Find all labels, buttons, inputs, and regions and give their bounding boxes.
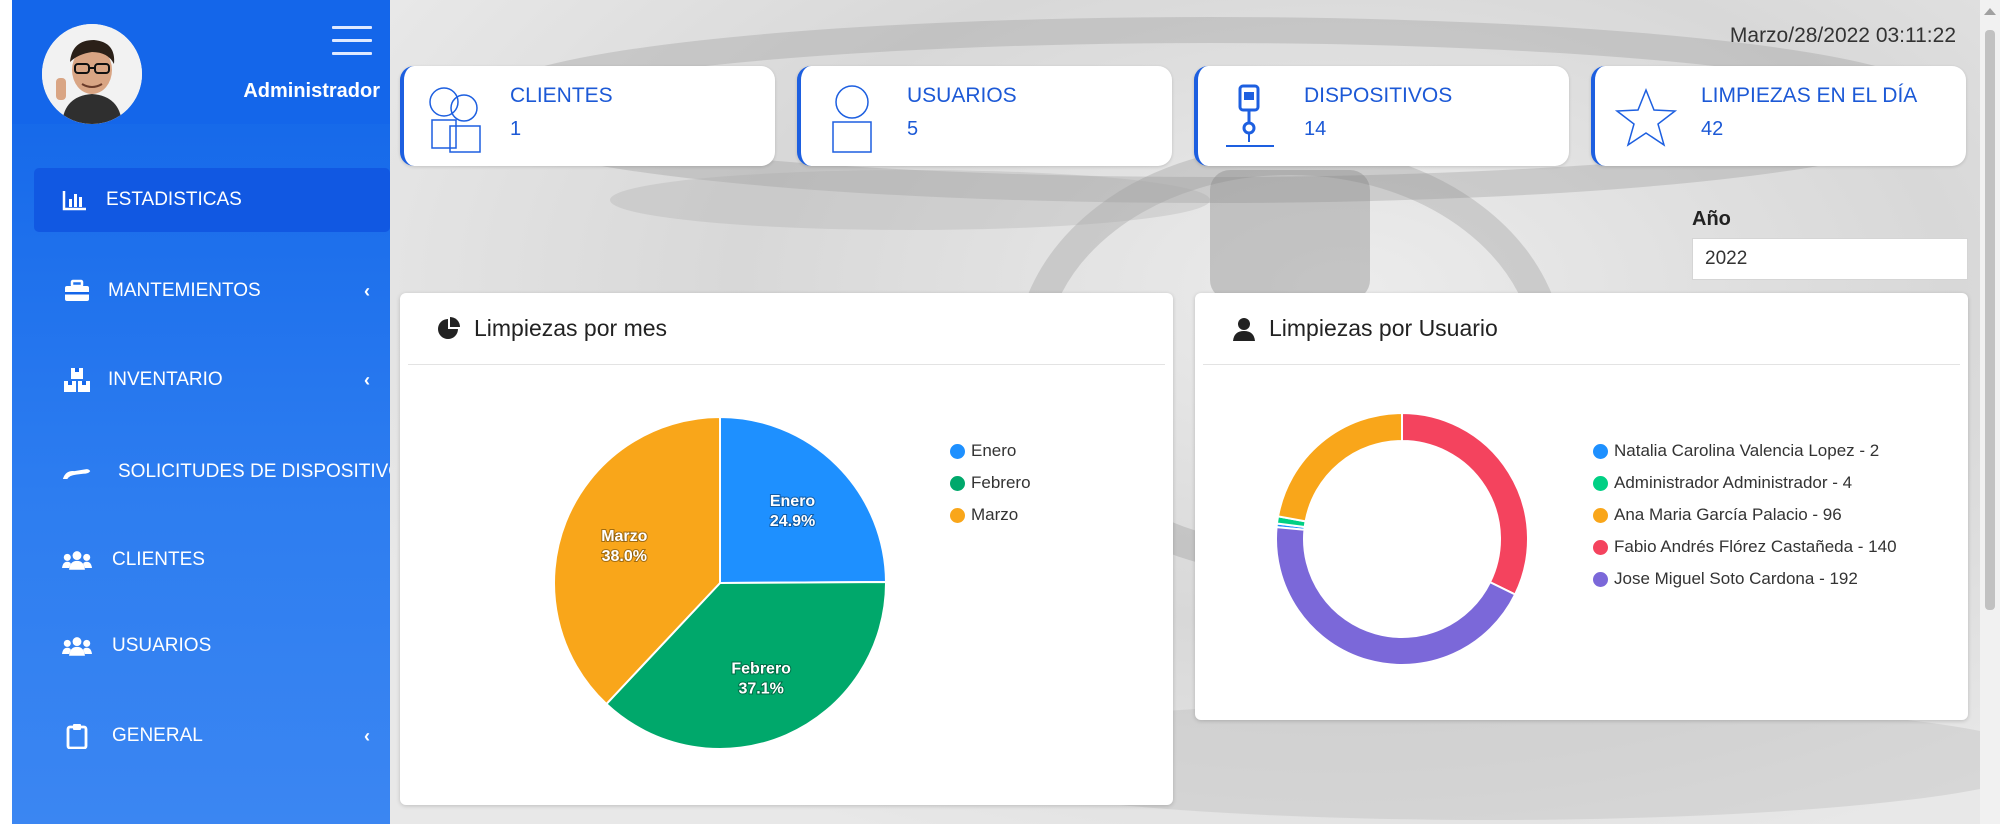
star-icon [1614, 87, 1678, 147]
sidebar-item-mantemientos[interactable]: MANTEMIENTOS ‹ [36, 259, 390, 323]
legend-label: Jose Miguel Soto Cardona - 192 [1614, 569, 1858, 588]
stat-card-limpiezas[interactable]: LIMPIEZAS EN EL DÍA 42 [1591, 66, 1966, 166]
current-datetime: Marzo/28/2022 03:11:22 [1729, 24, 1956, 47]
slice-percent-label: 38.0% [602, 548, 647, 565]
sidebar-item-solicitudes[interactable]: SOLICITUDES DE DISPOSITIVOS [36, 440, 390, 504]
chart-legend: Enero Febrero Marzo [950, 435, 1031, 531]
hamburger-line [332, 39, 372, 42]
donut-slice[interactable] [1275, 526, 1517, 666]
panel-header: Limpiezas por Usuario [1203, 293, 1960, 365]
stat-title: USUARIOS [907, 84, 1017, 107]
panel-limpiezas-por-mes: Limpiezas por mes Enero 24.9% Febrero 37.1%… [400, 293, 1173, 805]
stat-card-clientes[interactable]: CLIENTES 1 [400, 66, 775, 166]
legend-swatch [1593, 507, 1608, 523]
legend-label: Marzo [971, 505, 1019, 524]
clipboard-icon [62, 723, 92, 749]
legend-item[interactable]: Administrador Administrador - 4 [1593, 467, 1897, 499]
year-label: Año [1692, 208, 1731, 230]
legend-label: Fabio Andrés Flórez Castañeda - 140 [1614, 537, 1897, 556]
hamburger-line [332, 26, 372, 29]
users-icon [62, 547, 92, 573]
donut-slice[interactable] [1276, 411, 1403, 523]
legend-swatch [950, 475, 965, 491]
sidebar-item-label: ESTADISTICAS [106, 189, 242, 210]
legend-label: Natalia Carolina Valencia Lopez - 2 [1614, 441, 1880, 460]
pie-chart-icon [438, 316, 460, 339]
chevron-left-icon: ‹ [364, 726, 370, 746]
device-icon [1226, 84, 1274, 147]
hamburger-line [332, 52, 372, 55]
sidebar-item-general[interactable]: GENERAL ‹ [36, 704, 390, 768]
slice-category-label: Marzo [601, 528, 647, 545]
sidebar-item-label: SOLICITUDES DE DISPOSITIVOS [118, 461, 390, 482]
legend-item[interactable]: Ana Maria García Palacio - 96 [1593, 499, 1897, 531]
legend-swatch [1593, 443, 1608, 459]
sidebar-item-label: MANTEMIENTOS [108, 280, 261, 301]
legend-item[interactable]: Enero [950, 435, 1031, 467]
scrollbar[interactable] [1980, 0, 2000, 824]
boxes-icon [62, 367, 92, 393]
user-icon [1233, 317, 1255, 341]
legend-swatch [1593, 571, 1608, 587]
legend-item[interactable]: Jose Miguel Soto Cardona - 192 [1593, 563, 1897, 595]
legend-label: Administrador Administrador - 4 [1614, 473, 1853, 492]
sidebar-item-estadisticas[interactable]: ESTADISTICAS [34, 168, 390, 232]
stat-title: LIMPIEZAS EN EL DÍA [1701, 84, 1918, 107]
scroll-up-icon[interactable] [1984, 8, 1996, 15]
sidebar-item-label: CLIENTES [112, 549, 205, 570]
user-name: Administrador [243, 80, 380, 102]
year-input[interactable] [1692, 238, 1968, 280]
sidebar-item-label: USUARIOS [112, 635, 212, 656]
stat-title: CLIENTES [510, 84, 613, 107]
hand-icon [62, 459, 92, 485]
chevron-left-icon: ‹ [364, 281, 370, 301]
donut-chart [1275, 411, 1529, 666]
stat-value: 14 [1304, 118, 1327, 140]
pie-chart: Enero 24.9% Febrero 37.1% Marzo 38.0% [553, 415, 888, 750]
stat-value: 5 [907, 118, 919, 140]
panel-title: Limpiezas por Usuario [1269, 315, 1498, 341]
stat-card-dispositivos[interactable]: DISPOSITIVOS 14 [1194, 66, 1569, 166]
menu-toggle-button[interactable] [332, 26, 372, 60]
legend-item[interactable]: Fabio Andrés Flórez Castañeda - 140 [1593, 531, 1897, 563]
toolbox-icon [62, 278, 92, 304]
profile-header: Administrador [12, 0, 390, 124]
slice-category-label: Febrero [731, 660, 791, 677]
slice-percent-label: 37.1% [738, 680, 783, 697]
stat-value: 42 [1701, 118, 1724, 140]
legend-label: Febrero [971, 473, 1031, 492]
slice-percent-label: 24.9% [770, 513, 815, 530]
legend-label: Enero [971, 441, 1017, 460]
stat-card-usuarios[interactable]: USUARIOS 5 [797, 66, 1172, 166]
slice-category-label: Enero [770, 493, 816, 510]
legend-label: Ana Maria García Palacio - 96 [1614, 505, 1842, 524]
stat-title: DISPOSITIVOS [1304, 84, 1453, 107]
panel-title: Limpiezas por mes [474, 315, 668, 341]
bar-chart-icon [60, 187, 90, 213]
sidebar-item-inventario[interactable]: INVENTARIO ‹ [36, 348, 390, 412]
scrollbar-thumb[interactable] [1985, 30, 1995, 610]
sidebar: Administrador ESTADISTICAS MANTEMIENTOS … [12, 0, 390, 824]
legend-swatch [1593, 539, 1608, 555]
sidebar-item-usuarios[interactable]: USUARIOS [36, 614, 390, 678]
donut-slice[interactable] [1401, 411, 1529, 596]
legend-item[interactable]: Marzo [950, 499, 1031, 531]
user-icon [832, 85, 872, 153]
sidebar-item-label: GENERAL [112, 725, 203, 746]
legend-item[interactable]: Febrero [950, 467, 1031, 499]
chart-legend: Natalia Carolina Valencia Lopez - 2 Admin… [1593, 435, 1897, 595]
panel-limpiezas-por-usuario: Limpiezas por Usuario Natalia Carolina V… [1195, 293, 1968, 720]
legend-swatch [1593, 475, 1608, 491]
legend-swatch [950, 507, 965, 523]
users-icon [62, 633, 92, 659]
sidebar-item-clientes[interactable]: CLIENTES [36, 528, 390, 592]
chevron-left-icon: ‹ [364, 370, 370, 390]
panel-header: Limpiezas por mes [408, 293, 1165, 365]
sidebar-item-label: INVENTARIO [108, 369, 223, 390]
avatar[interactable] [42, 24, 142, 124]
legend-item[interactable]: Natalia Carolina Valencia Lopez - 2 [1593, 435, 1897, 467]
clients-icon [429, 87, 481, 153]
stat-value: 1 [510, 118, 522, 140]
legend-swatch [950, 443, 965, 459]
